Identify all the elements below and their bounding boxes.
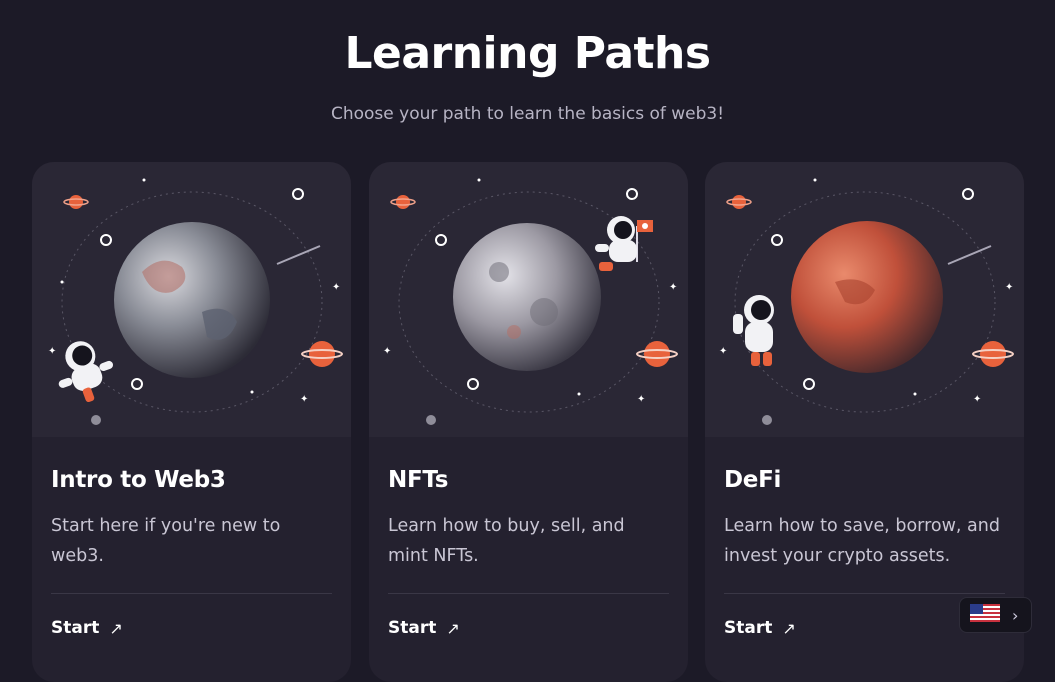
svg-text:✦: ✦ <box>1005 282 1013 293</box>
svg-text:✦: ✦ <box>332 282 340 293</box>
page-title: Learning Paths <box>344 28 711 79</box>
card-divider <box>51 593 332 594</box>
arrow-up-right-icon: ↗ <box>782 618 796 638</box>
arrow-up-right-icon: ↗ <box>109 618 123 638</box>
svg-text:✦: ✦ <box>719 346 727 357</box>
start-link[interactable]: Start ↗ <box>51 618 332 638</box>
arrow-up-right-icon: ↗ <box>446 618 460 638</box>
page-subtitle: Choose your path to learn the basics of … <box>330 104 725 124</box>
earth-astronaut-illustration: ✦ ✦ ✦ <box>32 162 351 437</box>
card-title: DeFi <box>724 467 782 493</box>
chevron-right-icon: › <box>1012 605 1019 625</box>
start-link-label: Start <box>724 618 773 638</box>
svg-text:✦: ✦ <box>637 394 645 405</box>
svg-text:✦: ✦ <box>383 346 391 357</box>
svg-text:✦: ✦ <box>973 394 981 405</box>
card-description: Learn how to save, borrow, and invest yo… <box>724 516 1000 566</box>
us-flag-icon <box>970 604 1000 626</box>
card-description: Learn how to buy, sell, and mint NFTs. <box>388 516 625 566</box>
card-divider <box>388 593 669 594</box>
language-selector[interactable]: › <box>959 597 1032 633</box>
mars-astronaut-illustration: ✦ ✦ ✦ <box>705 162 1024 437</box>
card-title: NFTs <box>388 467 449 493</box>
start-link[interactable]: Start ↗ <box>388 618 669 638</box>
learning-path-card-nfts[interactable]: ✦ ✦ ✦ NFTs Learn how to buy, sell, and m… <box>369 162 688 682</box>
card-description: Start here if you're new to web3. <box>51 516 281 566</box>
svg-text:✦: ✦ <box>300 394 308 405</box>
svg-text:✦: ✦ <box>48 346 56 357</box>
card-divider <box>724 593 1005 594</box>
moon-astronaut-flag-illustration: ✦ ✦ ✦ <box>369 162 688 437</box>
svg-text:✦: ✦ <box>669 282 677 293</box>
start-link-label: Start <box>51 618 100 638</box>
card-title: Intro to Web3 <box>51 467 226 493</box>
learning-path-card-intro-web3[interactable]: ✦ ✦ ✦ Intro to Web3 Start here if you're… <box>32 162 351 682</box>
start-link-label: Start <box>388 618 437 638</box>
